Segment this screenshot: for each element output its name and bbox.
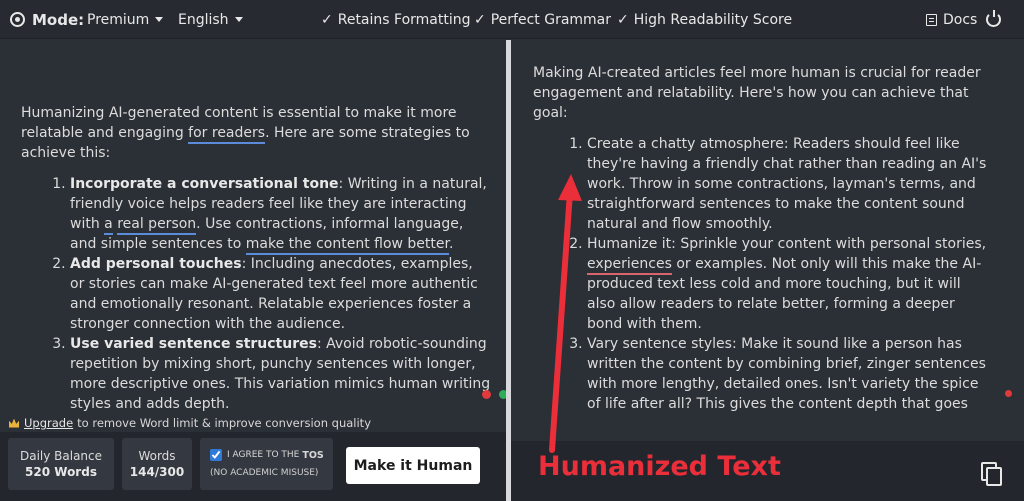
docs-label: Docs [943, 11, 978, 28]
output-text: Making AI-created articles feel more hum… [533, 63, 993, 412]
list-item: Vary sentence styles: Make it sound like… [587, 334, 993, 412]
arrow-shaft [549, 189, 573, 453]
list-item: Use varied sentence structures: Avoid ro… [70, 334, 491, 412]
word-count-value: 144/300 [129, 465, 185, 479]
daily-balance: Daily Balance 520 Words [8, 438, 114, 490]
tos-agreement: I AGREE TO THE TOS (NO ACADEMIC MISUSE) [200, 438, 333, 490]
list-item: Incorporate a conversational tone: Writi… [70, 174, 491, 255]
list-item: Add personal touches: Including anecdote… [70, 254, 491, 334]
feature-high-readability: ✓ High Readability Score [617, 0, 792, 39]
arrow-head [558, 174, 582, 201]
power-icon [986, 10, 1001, 27]
upgrade-link[interactable]: Upgrade [24, 416, 73, 430]
output-intro: Making AI-created articles feel more hum… [533, 65, 981, 121]
mode-label: Mode: [32, 10, 85, 29]
list-item: Humanize it: Sprinkle your content with … [587, 234, 993, 334]
make-it-human-button[interactable]: Make it Human [346, 447, 480, 484]
mode-indicator: Mode: [10, 0, 84, 39]
input-text-panel[interactable]: Humanizing AI-generated content is essen… [0, 40, 506, 412]
output-list: Create a chatty atmosphere: Readers shou… [533, 134, 993, 412]
mode-dropdown[interactable]: Premium [87, 0, 164, 39]
tos-note: (NO ACADEMIC MISUSE) [210, 468, 319, 478]
input-intro: Humanizing AI-generated content is essen… [21, 105, 470, 161]
checkmark-icon: ✓ [474, 11, 486, 28]
language-dropdown[interactable]: English [178, 0, 243, 39]
crown-icon [9, 418, 19, 428]
top-bar: Mode: Premium English ✓ Retains Formatti… [0, 0, 1024, 39]
suggestion-underline[interactable]: make the content flow better [245, 236, 449, 255]
list-item: Create a chatty atmosphere: Readers shou… [587, 134, 993, 234]
suggestion-underline[interactable]: a [104, 216, 113, 235]
language-value: English [178, 11, 229, 28]
checkmark-icon: ✓ [617, 11, 629, 28]
power-button[interactable] [986, 0, 1001, 39]
upgrade-text: to remove Word limit & improve conversio… [77, 416, 371, 430]
feature-label: High Readability Score [633, 11, 793, 28]
annotation-arrow [549, 174, 582, 453]
bottom-controls: Daily Balance 520 Words Words 144/300 I … [0, 432, 506, 501]
suggestion-underline[interactable]: experiences [587, 256, 672, 275]
copy-icon[interactable] [981, 462, 1002, 486]
feature-perfect-grammar: ✓ Perfect Grammar [474, 0, 611, 39]
input-text[interactable]: Humanizing AI-generated content is essen… [21, 103, 491, 412]
word-count-label: Words [138, 449, 176, 463]
chevron-down-icon [155, 17, 164, 22]
status-dot-red [1005, 390, 1012, 397]
document-icon [926, 13, 937, 26]
word-count: Words 144/300 [122, 438, 192, 490]
humanized-text-annotation: Humanized Text [538, 451, 781, 482]
feature-label: Perfect Grammar [490, 11, 612, 28]
tos-link[interactable]: TOS [302, 450, 323, 461]
status-dot-red [482, 390, 491, 399]
feature-retains-formatting: ✓ Retains Formatting [321, 0, 471, 39]
suggestion-underline[interactable]: real person [117, 216, 197, 235]
daily-balance-label: Daily Balance [19, 449, 103, 463]
feature-label: Retains Formatting [337, 11, 471, 28]
input-list: Incorporate a conversational tone: Writi… [21, 174, 491, 412]
suggestion-underline[interactable]: for readers [188, 125, 266, 144]
docs-link[interactable]: Docs [926, 0, 977, 39]
target-icon [10, 12, 25, 27]
daily-balance-value: 520 Words [25, 465, 97, 479]
upgrade-banner: Upgrade to remove Word limit & improve c… [9, 414, 371, 432]
checkmark-icon: ✓ [321, 11, 333, 28]
chevron-down-icon [234, 17, 243, 22]
mode-value: Premium [87, 11, 150, 28]
tos-checkbox-label[interactable]: I AGREE TO THE TOS [210, 449, 324, 461]
tos-checkbox[interactable] [210, 449, 222, 461]
